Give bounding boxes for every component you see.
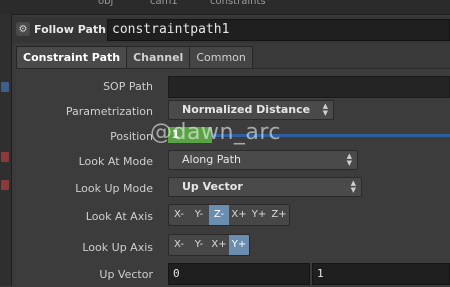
node-type-label: ⚙ Follow Path <box>16 22 106 36</box>
parametrization-dropdown[interactable]: Normalized Distance ▲ ▼ <box>168 100 334 120</box>
look-at-axis-y-plus[interactable]: Y+ <box>249 205 269 225</box>
breadcrumb-cam1[interactable]: cam1 <box>150 0 178 7</box>
up-vector-x-field[interactable]: 0 <box>168 263 310 285</box>
look-up-axis-y-minus[interactable]: Y- <box>189 235 209 255</box>
look-at-axis-z-plus[interactable]: Z+ <box>269 205 289 225</box>
tab-constraint-path[interactable]: Constraint Path <box>16 46 128 68</box>
look-up-axis-label: Look Up Axis <box>82 241 153 254</box>
red-marker-icon <box>1 152 9 162</box>
parameter-tabs: Constraint Path Channel Common <box>16 46 253 68</box>
dropdown-arrows-icon: ▲ ▼ <box>350 179 356 194</box>
sop-path-label: SOP Path <box>103 80 153 93</box>
look-up-mode-value: Up Vector <box>182 180 243 193</box>
look-up-axis-y-plus[interactable]: Y+ <box>229 235 249 255</box>
tab-common[interactable]: Common <box>189 46 253 68</box>
watermark-text: @dawn_arc <box>150 120 282 145</box>
dropdown-arrows-icon: ▲ ▼ <box>322 102 328 117</box>
parametrization-value: Normalized Distance <box>182 103 311 116</box>
look-at-mode-dropdown[interactable]: Along Path ▲ ▼ <box>168 150 358 170</box>
tab-channel[interactable]: Channel <box>126 46 191 68</box>
look-at-axis-z-minus[interactable]: Z- <box>209 205 229 225</box>
look-at-mode-value: Along Path <box>182 153 241 166</box>
look-at-axis-buttons: X- Y- Z- X+ Y+ Z+ <box>168 204 290 226</box>
sop-path-field[interactable] <box>168 76 450 98</box>
path-bar: obj cam1 constraints <box>0 0 450 15</box>
gear-icon[interactable]: ⚙ <box>16 22 30 36</box>
look-up-mode-dropdown[interactable]: Up Vector ▲ ▼ <box>168 177 362 197</box>
look-up-mode-label: Look Up Mode <box>75 182 153 195</box>
look-at-axis-x-minus[interactable]: X- <box>169 205 189 225</box>
up-vector-y-field[interactable]: 1 <box>312 263 450 285</box>
breadcrumb-constraints[interactable]: constraints <box>210 0 266 7</box>
breadcrumb-obj[interactable]: obj <box>98 0 113 7</box>
node-type-text: Follow Path <box>34 22 106 36</box>
look-up-axis-buttons: X- Y- X+ Y+ <box>168 234 250 256</box>
look-up-axis-x-plus[interactable]: X+ <box>209 235 229 255</box>
look-at-mode-label: Look At Mode <box>78 155 153 168</box>
node-name-field[interactable]: constraintpath1 <box>107 19 450 41</box>
blue-marker-icon <box>1 82 9 92</box>
look-at-axis-y-minus[interactable]: Y- <box>189 205 209 225</box>
dropdown-arrows-icon: ▲ ▼ <box>346 152 352 167</box>
parametrization-label: Parametrization <box>65 105 153 118</box>
look-at-axis-x-plus[interactable]: X+ <box>229 205 249 225</box>
look-at-axis-label: Look At Axis <box>85 210 153 223</box>
left-toolbar-strip <box>0 14 12 286</box>
look-up-axis-x-minus[interactable]: X- <box>169 235 189 255</box>
up-vector-label: Up Vector <box>99 268 153 281</box>
position-label: Position <box>110 130 153 143</box>
red-marker-icon <box>1 180 9 190</box>
